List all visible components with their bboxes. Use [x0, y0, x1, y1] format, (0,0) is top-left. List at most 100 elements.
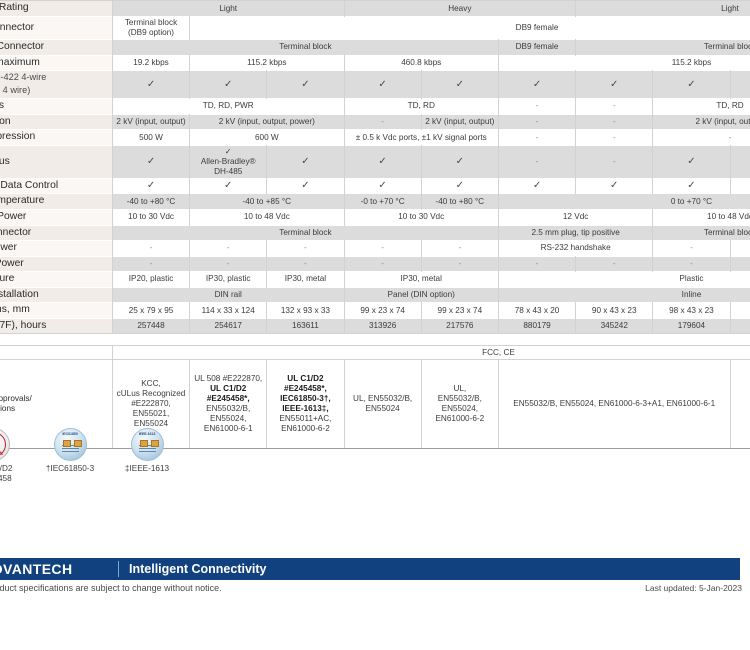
table-row: Mounting InstallationDIN railPanel (DIN … — [0, 286, 750, 303]
table-cell: ✓ — [189, 177, 268, 194]
fcc-row: FCC, CE — [0, 345, 750, 361]
advantech-logo: ADVANTECH — [0, 561, 73, 577]
spacer-cell — [421, 333, 499, 347]
table-cell: - — [111, 240, 191, 257]
spacer-cell — [266, 333, 345, 347]
table-cell: ✓ — [420, 177, 499, 194]
table-cell: ✓ — [343, 177, 422, 194]
spec-table-body: & DB9)Oil & GasPower UtilitiesIndustrial… — [0, 0, 750, 450]
table-cell: IP30, metal — [343, 271, 499, 288]
row-label: RS-422/485 Connector — [0, 39, 113, 56]
regulatory-cell: UL 508 #E222870, UL C1/D2 #E245458*, EN5503… — [189, 359, 268, 450]
table-cell: - — [575, 144, 654, 179]
table-cell: ✓ — [652, 70, 731, 99]
table-cell: Light — [111, 0, 345, 17]
table-cell: - — [729, 255, 750, 272]
table-cell: TD, RD — [343, 98, 499, 115]
row-label: Battery Power — [0, 255, 113, 272]
table-cell: - — [420, 255, 499, 272]
table-cell: 257448 — [111, 317, 191, 334]
table-cell: - — [343, 113, 422, 130]
table-row: Surge Suppression500 W600 W± 0.5 k Vdc p… — [0, 129, 750, 146]
table-row: Modbus✓✓Allen-Bradley®DH-485✓✓✓--✓-- — [0, 144, 750, 179]
ieee-1613-badge: IEEE-1613 ‡IEEE-1613 — [120, 428, 174, 474]
row-label: Mounting Installation — [0, 286, 113, 303]
row-label: Isolation — [0, 113, 113, 130]
table-row: Isolation2 kV (input, output)2 kV (input… — [0, 113, 750, 130]
regulatory-cell: EN55022EN61000 — [729, 359, 750, 450]
table-cell: 460.8 kbps — [343, 54, 499, 71]
table-cell: DB9 female — [497, 39, 577, 56]
table-cell: 10 to 30 Vdc — [343, 208, 499, 225]
row-label: RS-232 Connector — [0, 16, 113, 40]
table-cell: Terminal block — [111, 39, 499, 56]
table-cell: Terminal block — [111, 224, 499, 241]
table-cell: ✓ Allen-Bradley® DH-485 — [189, 144, 268, 179]
table-cell: ✓ — [343, 144, 422, 179]
table-cell: ✓ — [652, 144, 731, 179]
row-label: LEDs — [0, 98, 113, 115]
table-cell: 2.5 mm plug, tip positive — [497, 224, 654, 241]
table-cell: 254617 — [189, 317, 268, 334]
table-cell: RS-232 handshake — [497, 240, 654, 257]
table-cell: ✓ — [729, 177, 750, 194]
table-cell: 90 x 43 x 23 — [575, 302, 654, 319]
badge-label: †IEC61850-3 — [45, 464, 95, 473]
row-label: Power Connector — [0, 224, 113, 241]
table-cell: 132 x 93 x 33 — [266, 302, 345, 319]
table-cell: IP30, metal — [266, 271, 345, 288]
table-cell: - — [652, 255, 731, 272]
footer-divider — [118, 561, 119, 577]
table-cell: ✓ — [575, 177, 654, 194]
table-cell: 217576 — [420, 317, 499, 334]
spacer-cell — [0, 333, 113, 347]
row-label: Industrial Rating — [0, 0, 113, 17]
table-row: Operating Temperature-40 to +80 °C-40 to… — [0, 193, 750, 210]
table-cell: 10 to 48 Vdc — [652, 208, 750, 225]
table-row: RS-232 ConnectorTerminal block(DB9 optio… — [0, 16, 750, 40]
table-cell: 115.2 kbps — [189, 54, 345, 71]
table-cell: ✓ — [189, 70, 268, 99]
table-cell: 90 x 65 x — [729, 302, 750, 319]
table-cell: ✓ — [343, 70, 422, 99]
table-cell: - — [497, 129, 577, 146]
table-row: Data Rate, maximum19.2 kbps115.2 kbps460… — [0, 54, 750, 71]
table-cell: - — [111, 255, 191, 272]
table-row: RS-422/485 ConnectorTerminal blockDB9 fe… — [0, 39, 750, 56]
table-row: EnclosureIP20, plasticIP30, plasticIP30,… — [0, 271, 750, 288]
regulatory-cell: EN55032/B, EN55024, EN61000-6-3+A1, EN61… — [497, 359, 731, 450]
table-cell: IP30, plastic — [189, 271, 268, 288]
footer-tagline: Intelligent Connectivity — [129, 562, 267, 576]
table-row: LEDsTD, RD, PWRTD, RD--TD, RD- — [0, 98, 750, 115]
table-cell: Inline — [497, 286, 750, 303]
badge-caption: IEC61850 — [62, 432, 78, 436]
table-cell: - — [266, 255, 345, 272]
specification-table: & DB9)Oil & GasPower UtilitiesIndustrial… — [0, 0, 750, 450]
table-cell: -0 to +70 °C — [343, 193, 422, 210]
fcc-row-value: FCC, CE — [111, 345, 750, 361]
table-cell: IP20, plastic — [111, 271, 191, 288]
table-cell: 163611 — [266, 317, 345, 334]
table-cell: - — [189, 240, 268, 257]
table-cell: - — [343, 255, 422, 272]
certification-badges: Cl I Div 2UL *UL C1/D2#E245458 IEC61850 †IE… — [0, 428, 174, 485]
datasheet-page: & DB9)Oil & GasPower UtilitiesIndustrial… — [0, 0, 750, 650]
substation-graphic — [137, 440, 159, 456]
table-cell: 78 x 43 x 20 — [497, 302, 577, 319]
regulatory-cell: UL, EN55032/B, EN55024 — [343, 359, 422, 450]
table-cell: 24137 — [729, 317, 750, 334]
table-cell: - — [575, 113, 654, 130]
table-cell: 179604 — [652, 317, 731, 334]
spacer-cell — [344, 333, 422, 347]
spec-table-wrapper: & DB9)Oil & GasPower UtilitiesIndustrial… — [0, 0, 750, 450]
table-cell: - — [497, 98, 577, 115]
table-row: MTBF (MIL217F), hours2574482546171636113… — [0, 317, 750, 334]
table-cell: -40 to +85 °C — [189, 193, 345, 210]
table-cell: Panel (DIN option) — [343, 286, 499, 303]
iec61850-3-badge-disc: IEC61850 — [53, 428, 87, 461]
table-cell: TD, RD — [652, 98, 750, 115]
badge-label: *UL C1/D2#E245458 — [0, 464, 13, 484]
table-row: Port Power-----RS-232 handshake--RS-232 … — [0, 240, 750, 257]
table-cell: 99 x 23 x 74 — [420, 302, 499, 319]
table-cell: ± 0.5 k Vdc ports, ±1 kV signal ports — [343, 129, 499, 146]
